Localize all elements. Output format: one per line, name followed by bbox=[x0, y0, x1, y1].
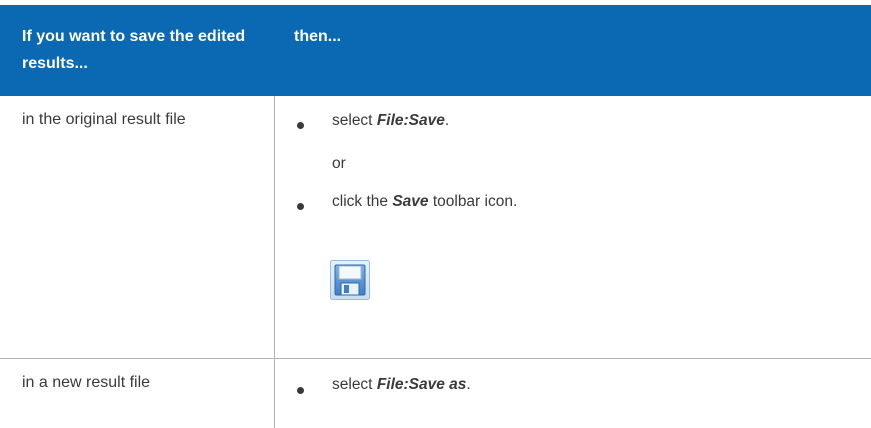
bullet-icon bbox=[297, 203, 304, 210]
step-text: . bbox=[466, 376, 471, 393]
step-text: click the bbox=[332, 193, 393, 210]
toolbar-command: Save bbox=[392, 193, 429, 210]
row-1-step-1: select File:Save. bbox=[332, 111, 449, 131]
header-col-condition: If you want to save the edited results..… bbox=[22, 28, 246, 72]
column-divider bbox=[274, 96, 275, 428]
table-header-row: If you want to save the edited results..… bbox=[0, 5, 871, 96]
row-1-condition: in the original result file bbox=[22, 111, 186, 128]
step-text: select bbox=[332, 376, 377, 393]
row-divider bbox=[0, 358, 871, 359]
step-text: . bbox=[444, 112, 450, 129]
row-2-step-1: select File:Save as. bbox=[332, 375, 471, 395]
step-text: toolbar icon. bbox=[428, 193, 518, 210]
menu-command: File:Save as bbox=[376, 376, 467, 393]
row-1-step-2: click the Save toolbar icon. bbox=[332, 192, 517, 212]
menu-command: File:Save bbox=[376, 112, 445, 129]
bullet-icon bbox=[297, 387, 304, 394]
step-text: select bbox=[332, 112, 377, 129]
row-1-or: or bbox=[332, 155, 346, 172]
header-col-action: then... bbox=[294, 28, 342, 45]
bullet-icon bbox=[297, 122, 304, 129]
row-2-condition: in a new result file bbox=[22, 374, 151, 391]
save-floppy-icon bbox=[330, 260, 370, 300]
